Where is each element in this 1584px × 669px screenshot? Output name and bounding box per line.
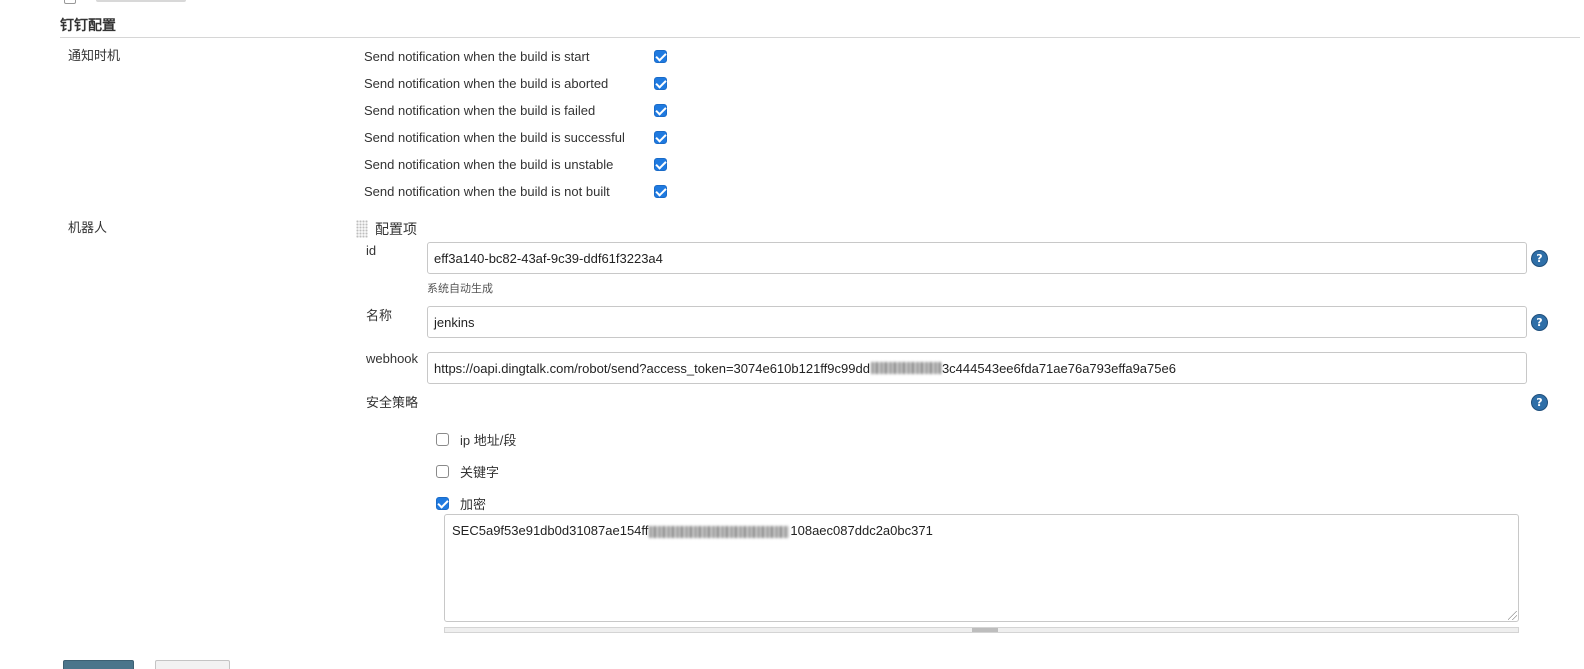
name-label: 名称 [366,308,393,323]
resize-grip-icon[interactable] [1508,611,1517,620]
policy-encrypt[interactable]: 加密 [436,493,486,513]
notify-label-successful: Send notification when the build is succ… [364,129,625,145]
secret-value-prefix: SEC5a9f53e91db0d31087ae154ff [452,523,649,538]
notify-label-unstable: Send notification when the build is unst… [364,156,614,172]
name-input[interactable]: jenkins [427,306,1527,338]
notify-failed-checkbox[interactable] [654,103,667,117]
redacted-token-blur [870,362,941,374]
notify-row-unstable[interactable]: Send notification when the build is unst… [364,154,667,174]
horizontal-scrollbar[interactable] [444,627,1519,633]
id-input[interactable]: eff3a140-bc82-43af-9c39-ddf61f3223a4 [427,242,1527,274]
webhook-input[interactable]: https://oapi.dingtalk.com/robot/send?acc… [427,352,1527,384]
secret-value-suffix: 108aec087ddc2a0bc371 [790,523,933,538]
id-label: id [366,243,377,258]
clipped-checkbox[interactable] [64,0,76,4]
notify-start-checkbox[interactable] [654,49,667,63]
help-icon-id[interactable]: ? [1531,250,1548,267]
name-value: jenkins [434,314,475,330]
notify-unstable-checkbox[interactable] [654,157,667,171]
policy-keyword-checkbox[interactable] [436,464,449,478]
section-title: 钉钉配置 [60,17,116,33]
notify-row-start[interactable]: Send notification when the build is star… [364,46,667,66]
policy-keyword[interactable]: 关键字 [436,461,499,481]
scrollbar-thumb[interactable] [972,628,998,632]
section-header: 钉钉配置 [60,14,1580,38]
apply-button[interactable] [155,660,230,669]
notify-successful-checkbox[interactable] [654,130,667,144]
notify-not-built-checkbox[interactable] [654,184,667,198]
notify-row-successful[interactable]: Send notification when the build is succ… [364,127,667,147]
notify-label: 通知时机 [68,48,121,63]
notify-row-not-built[interactable]: Send notification when the build is not … [364,181,667,201]
save-button[interactable] [63,660,134,669]
secret-textarea[interactable]: SEC5a9f53e91db0d31087ae154ff 108aec087ddc… [444,514,1519,622]
webhook-value-prefix: https://oapi.dingtalk.com/robot/send?acc… [434,360,870,376]
policy-ip-checkbox[interactable] [436,432,449,446]
redacted-secret-blur [649,525,790,538]
drag-handle-icon[interactable] [356,220,368,238]
policy-ip-label: ip 地址/段 [460,432,517,448]
policy-keyword-label: 关键字 [460,464,500,480]
webhook-value-suffix: 3c444543ee6fda71ae76a793effa9a75e6 [941,360,1176,376]
dingtalk-config-page: 钉钉配置 通知时机 Send notification when the bui… [0,0,1584,669]
webhook-label: webhook [366,351,419,366]
notify-label-aborted: Send notification when the build is abor… [364,75,609,91]
id-value: eff3a140-bc82-43af-9c39-ddf61f3223a4 [434,250,663,266]
config-item-title: 配置项 [375,221,417,237]
help-icon-security[interactable]: ? [1531,394,1548,411]
notify-label-failed: Send notification when the build is fail… [364,102,596,118]
notify-aborted-checkbox[interactable] [654,76,667,90]
notify-label-not-built: Send notification when the build is not … [364,183,610,199]
robot-label: 机器人 [68,220,108,235]
help-icon-name[interactable]: ? [1531,314,1548,331]
security-label: 安全策略 [366,395,419,410]
notify-row-aborted[interactable]: Send notification when the build is abor… [364,73,667,93]
clipped-label [96,0,186,2]
policy-encrypt-label: 加密 [460,496,487,512]
id-hint: 系统自动生成 [427,283,493,295]
policy-encrypt-checkbox[interactable] [436,496,449,510]
notify-label-start: Send notification when the build is star… [364,48,590,64]
policy-ip[interactable]: ip 地址/段 [436,429,516,449]
notify-row-failed[interactable]: Send notification when the build is fail… [364,100,667,120]
